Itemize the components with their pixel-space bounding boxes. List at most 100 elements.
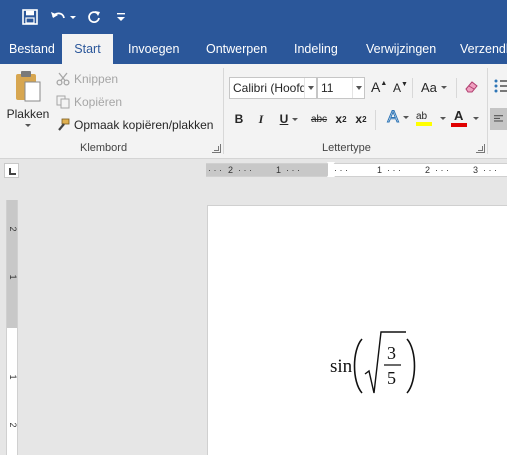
tab-invoegen[interactable]: Invoegen	[128, 34, 179, 64]
ruler-label: 1	[377, 165, 383, 175]
paste-dropdown-icon[interactable]	[25, 124, 31, 127]
ruler-label: 1	[8, 274, 18, 280]
strikethrough-button[interactable]: abc	[309, 110, 329, 128]
subscript-icon: x	[335, 112, 343, 126]
bullets-button[interactable]	[494, 78, 507, 94]
align-left-button[interactable]	[490, 108, 507, 130]
hanging-indent-marker[interactable]	[327, 171, 335, 177]
copy-icon	[56, 95, 70, 109]
grow-font-icon: A	[371, 79, 381, 95]
vertical-ruler[interactable]: 2 1 1 2	[6, 200, 18, 455]
font-size-dropdown-icon[interactable]	[352, 78, 364, 98]
ruler-label: 1	[276, 165, 282, 175]
ruler-label: 1	[8, 374, 18, 380]
paste-label: Plakken	[6, 107, 50, 121]
ruler-label: 2	[8, 226, 18, 232]
superscript-icon: x	[355, 112, 363, 126]
font-color-icon: A	[454, 107, 464, 123]
grow-font-button[interactable]: A ▲	[371, 79, 387, 95]
ruler-label: 3	[473, 165, 479, 175]
clipboard-launcher-icon[interactable]	[212, 144, 221, 153]
format-painter-label: Opmaak kopiëren/plakken	[74, 118, 214, 132]
tab-start[interactable]: Start	[62, 34, 113, 64]
undo-icon[interactable]	[48, 7, 78, 27]
superscript-button[interactable]: x2	[353, 110, 369, 128]
font-group-label: Lettertype	[322, 142, 371, 154]
button-divider	[456, 78, 457, 98]
scissors-icon	[56, 72, 70, 86]
change-case-button[interactable]: Aa	[421, 80, 447, 95]
tab-ontwerpen[interactable]: Ontwerpen	[206, 34, 267, 64]
clear-formatting-button[interactable]	[464, 78, 484, 94]
redo-icon[interactable]	[84, 7, 104, 27]
shrink-font-icon: A	[393, 81, 402, 95]
tab-verwijzingen[interactable]: Verwijzingen	[366, 34, 436, 64]
change-case-icon: Aa	[421, 80, 437, 95]
text-effects-dropdown-icon	[402, 115, 409, 119]
font-name-combo[interactable]: Calibri (Hoofd	[229, 77, 317, 99]
bullets-icon	[494, 79, 507, 93]
font-name-dropdown-icon[interactable]	[304, 78, 316, 98]
font-size-combo[interactable]: 11	[317, 77, 365, 99]
paste-button[interactable]: Plakken	[6, 70, 50, 127]
horizontal-ruler-area: · · · 2 · · · 1 · · · · · · 1 · · · 2 · …	[0, 159, 507, 181]
ruler-dots: · · ·	[483, 165, 497, 175]
underline-button[interactable]: U	[276, 110, 302, 128]
tab-indeling[interactable]: Indeling	[294, 34, 338, 64]
first-line-indent-marker[interactable]	[327, 162, 335, 168]
copy-button[interactable]: Kopiëren	[56, 95, 122, 109]
text-effects-button[interactable]: A	[384, 107, 412, 127]
ribbon-tabs: Bestand Start Invoegen Ontwerpen Indelin…	[0, 34, 507, 64]
superscript-mark: 2	[362, 114, 367, 124]
subscript-mark: 2	[342, 114, 347, 124]
font-color-button[interactable]: A	[451, 109, 481, 127]
highlight-dropdown-icon	[440, 117, 446, 120]
font-color-swatch	[451, 122, 467, 127]
highlight-icon: ab	[416, 110, 428, 122]
button-divider	[412, 78, 413, 98]
font-name-value: Calibri (Hoofd	[233, 81, 307, 95]
customize-qat-icon[interactable]	[114, 7, 128, 27]
highlight-color-swatch	[416, 121, 432, 126]
ruler-left-margin	[206, 164, 328, 176]
tab-selector-icon[interactable]	[4, 163, 19, 178]
cut-label: Knippen	[74, 72, 119, 86]
change-case-dropdown-icon	[440, 86, 447, 89]
ruler-dots: · · ·	[334, 165, 348, 175]
group-divider	[223, 68, 224, 154]
align-left-icon	[494, 115, 503, 122]
shrink-font-button[interactable]: A ▼	[393, 81, 408, 96]
format-painter-button[interactable]: Opmaak kopiëren/plakken	[56, 118, 213, 132]
horizontal-ruler[interactable]: · · · 2 · · · 1 · · · · · · 1 · · · 2 · …	[206, 162, 507, 177]
font-size-value: 11	[321, 81, 334, 95]
button-divider	[375, 110, 376, 130]
tab-verzendlijsten[interactable]: Verzendlij	[460, 34, 507, 64]
clipboard-group-label: Klembord	[80, 142, 128, 154]
radical-sign	[364, 331, 406, 394]
ruler-label: 2	[425, 165, 431, 175]
ruler-dots: · · ·	[238, 165, 252, 175]
equation[interactable]: sin 3 5	[328, 326, 418, 406]
ruler-label: 2	[228, 165, 234, 175]
highlight-button[interactable]: ab	[416, 109, 448, 127]
copy-label: Kopiëren	[74, 95, 123, 109]
tab-bestand[interactable]: Bestand	[9, 34, 55, 64]
fraction-denominator: 5	[387, 368, 396, 388]
bold-button[interactable]: B	[232, 110, 246, 128]
font-launcher-icon[interactable]	[476, 144, 485, 153]
save-icon[interactable]	[20, 7, 40, 27]
paste-icon	[16, 71, 41, 102]
right-paren	[406, 338, 416, 394]
quick-access-toolbar	[0, 0, 507, 34]
ruler-label: 2	[8, 422, 18, 428]
italic-button[interactable]: I	[254, 110, 268, 128]
group-divider	[487, 68, 488, 154]
text-effects-icon: A	[387, 107, 399, 127]
document-page[interactable]: sin 3 5	[207, 205, 507, 455]
subscript-button[interactable]: x2	[333, 110, 349, 128]
equation-function: sin	[330, 356, 353, 377]
underline-dropdown-icon	[292, 117, 299, 121]
left-paren	[353, 338, 363, 394]
cut-button[interactable]: Knippen	[56, 72, 118, 86]
ruler-dots: · · ·	[435, 165, 449, 175]
